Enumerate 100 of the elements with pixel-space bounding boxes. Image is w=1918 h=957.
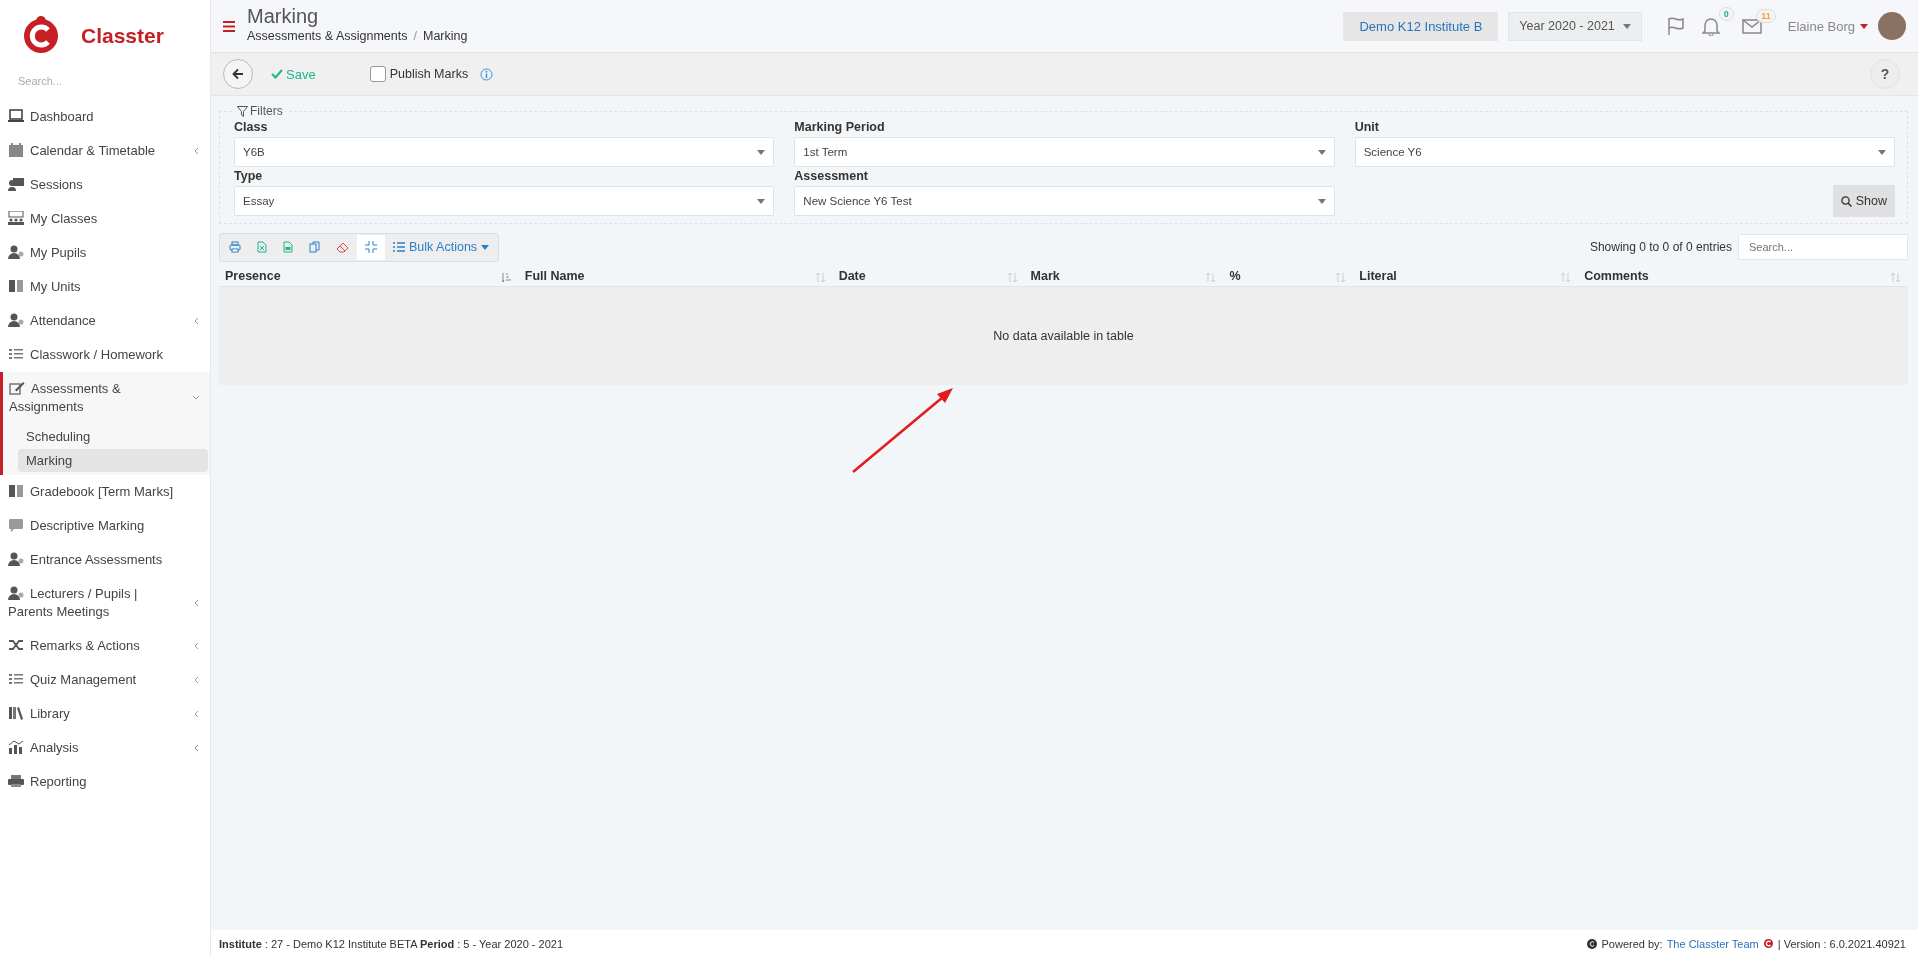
select-field[interactable]: Y6B bbox=[234, 137, 775, 167]
breadcrumb-link[interactable]: Marking bbox=[422, 29, 468, 43]
shuffle-icon bbox=[8, 638, 24, 652]
breadcrumb-link[interactable]: Assessments & Assignments bbox=[247, 29, 408, 43]
column-header[interactable]: Date bbox=[832, 266, 1025, 286]
sidebar-subitem[interactable]: Scheduling bbox=[18, 425, 208, 448]
chevron-left-icon bbox=[192, 642, 200, 650]
sidebar-item[interactable]: Gradebook [Term Marks] bbox=[0, 475, 210, 509]
edit-icon bbox=[9, 381, 25, 395]
back-button[interactable] bbox=[223, 59, 253, 89]
chevron-left-icon bbox=[192, 317, 200, 325]
sidebar-item[interactable]: Entrance Assessments bbox=[0, 543, 210, 577]
user-icon bbox=[8, 313, 24, 327]
comment-icon bbox=[8, 518, 24, 532]
institute-button[interactable]: Demo K12 Institute B bbox=[1343, 11, 1499, 41]
sidebar-item[interactable]: Calendar & Timetable bbox=[0, 134, 210, 168]
message-badge: 11 bbox=[1756, 9, 1776, 23]
filter-icon bbox=[237, 105, 248, 117]
book-icon bbox=[8, 279, 24, 293]
sidebar-item[interactable]: Descriptive Marking bbox=[0, 509, 210, 543]
sidebar-item[interactable]: Remarks & Actions bbox=[0, 629, 210, 663]
breadcrumb-separator: / bbox=[413, 29, 417, 43]
compress-icon bbox=[365, 241, 377, 253]
column-header[interactable]: Mark bbox=[1024, 266, 1224, 286]
envelope-icon[interactable] bbox=[1741, 18, 1762, 34]
books-icon bbox=[8, 706, 24, 720]
logo-icon bbox=[21, 16, 61, 56]
brand-name: Classter bbox=[81, 24, 164, 48]
sidebar-item[interactable]: My Units bbox=[0, 270, 210, 304]
sidebar-item[interactable]: Quiz Management bbox=[0, 663, 210, 697]
check-icon bbox=[271, 69, 283, 79]
show-button[interactable]: Show bbox=[1832, 185, 1895, 217]
field-label: Marking Period bbox=[794, 120, 886, 134]
list-icon bbox=[8, 672, 24, 686]
sidebar-subitem[interactable]: Marking bbox=[18, 449, 208, 472]
presentation-icon bbox=[8, 177, 24, 191]
sidebar-item[interactable]: Lecturers / Pupils | Parents Meetings bbox=[0, 577, 210, 629]
sidebar-item[interactable]: Dashboard bbox=[0, 100, 210, 134]
column-header[interactable]: Comments bbox=[1578, 266, 1908, 286]
column-header[interactable]: Presence bbox=[219, 266, 519, 286]
page-title: Marking bbox=[247, 5, 320, 28]
search-field[interactable]: Search... bbox=[18, 73, 178, 89]
list-icon bbox=[393, 242, 405, 252]
info-icon[interactable] bbox=[480, 67, 494, 81]
chevron-left-icon bbox=[192, 676, 200, 684]
column-header[interactable]: % bbox=[1223, 266, 1354, 286]
calendar-icon bbox=[8, 143, 24, 157]
column-header[interactable]: Full Name bbox=[518, 266, 833, 286]
caret-icon bbox=[1317, 149, 1326, 155]
sidebar-item[interactable]: My Pupils bbox=[0, 236, 210, 270]
back-arrow-icon bbox=[232, 68, 244, 80]
checkbox-label: Publish Marks bbox=[389, 67, 469, 81]
caret-icon bbox=[1860, 23, 1868, 29]
menu-icon[interactable] bbox=[223, 20, 235, 32]
checklist-icon bbox=[8, 347, 24, 361]
chevron-left-icon bbox=[192, 147, 200, 155]
search-field[interactable]: Search... bbox=[1738, 234, 1908, 260]
copyright-icon bbox=[1587, 938, 1598, 949]
filters-legend: Filters bbox=[234, 104, 286, 118]
sidebar-item[interactable]: Analysis bbox=[0, 731, 210, 765]
chevron-down-icon bbox=[192, 394, 200, 402]
chevron-left-icon bbox=[192, 710, 200, 718]
copy-icon bbox=[309, 241, 320, 253]
flag-icon[interactable] bbox=[1665, 16, 1686, 36]
sidebar-item[interactable]: Assessments & Assignments bbox=[3, 372, 210, 424]
caret-icon bbox=[481, 244, 490, 250]
select-field[interactable]: 1st Term bbox=[794, 137, 1335, 167]
sidebar-item[interactable]: Reporting bbox=[0, 765, 210, 799]
eraser-icon bbox=[336, 241, 349, 253]
classroom-icon bbox=[8, 211, 24, 225]
powered-label: Powered by: bbox=[1601, 937, 1663, 950]
sidebar-item[interactable]: My Classes bbox=[0, 202, 210, 236]
column-header[interactable]: Literal bbox=[1353, 266, 1579, 286]
avatar[interactable] bbox=[1878, 12, 1906, 40]
caret-icon bbox=[757, 149, 766, 155]
select-field[interactable]: Essay bbox=[234, 186, 775, 216]
sidebar-item[interactable]: Library bbox=[0, 697, 210, 731]
sidebar-item[interactable]: Sessions bbox=[0, 168, 210, 202]
field-label: Unit bbox=[1354, 120, 1380, 134]
logo-icon bbox=[1762, 938, 1774, 949]
caret-icon bbox=[1622, 23, 1631, 29]
powered-link[interactable]: The Classter Team bbox=[1666, 937, 1759, 950]
checkbox[interactable] bbox=[369, 66, 386, 82]
empty-message: No data available in table bbox=[993, 329, 1134, 343]
field-label: Assessment bbox=[794, 169, 869, 183]
select-field[interactable]: New Science Y6 Test bbox=[794, 186, 1335, 216]
sidebar-item[interactable]: Classwork / Homework bbox=[0, 338, 210, 372]
help-button[interactable]: ? bbox=[1870, 59, 1900, 89]
year-dropdown[interactable]: Year 2020 - 2021 bbox=[1508, 11, 1642, 41]
printer-icon bbox=[8, 774, 24, 788]
bell-icon[interactable] bbox=[1701, 16, 1720, 36]
chevron-left-icon bbox=[192, 599, 200, 607]
collapse-button[interactable] bbox=[357, 234, 385, 260]
field-label: Class bbox=[234, 120, 269, 134]
version-text: | Version : 6.0.2021.40921 bbox=[1777, 937, 1906, 950]
chevron-left-icon bbox=[192, 744, 200, 752]
sidebar-item[interactable]: Attendance bbox=[0, 304, 210, 338]
field-label: Type bbox=[234, 169, 264, 183]
select-field[interactable]: Science Y6 bbox=[1354, 137, 1895, 167]
laptop-icon bbox=[8, 109, 24, 123]
